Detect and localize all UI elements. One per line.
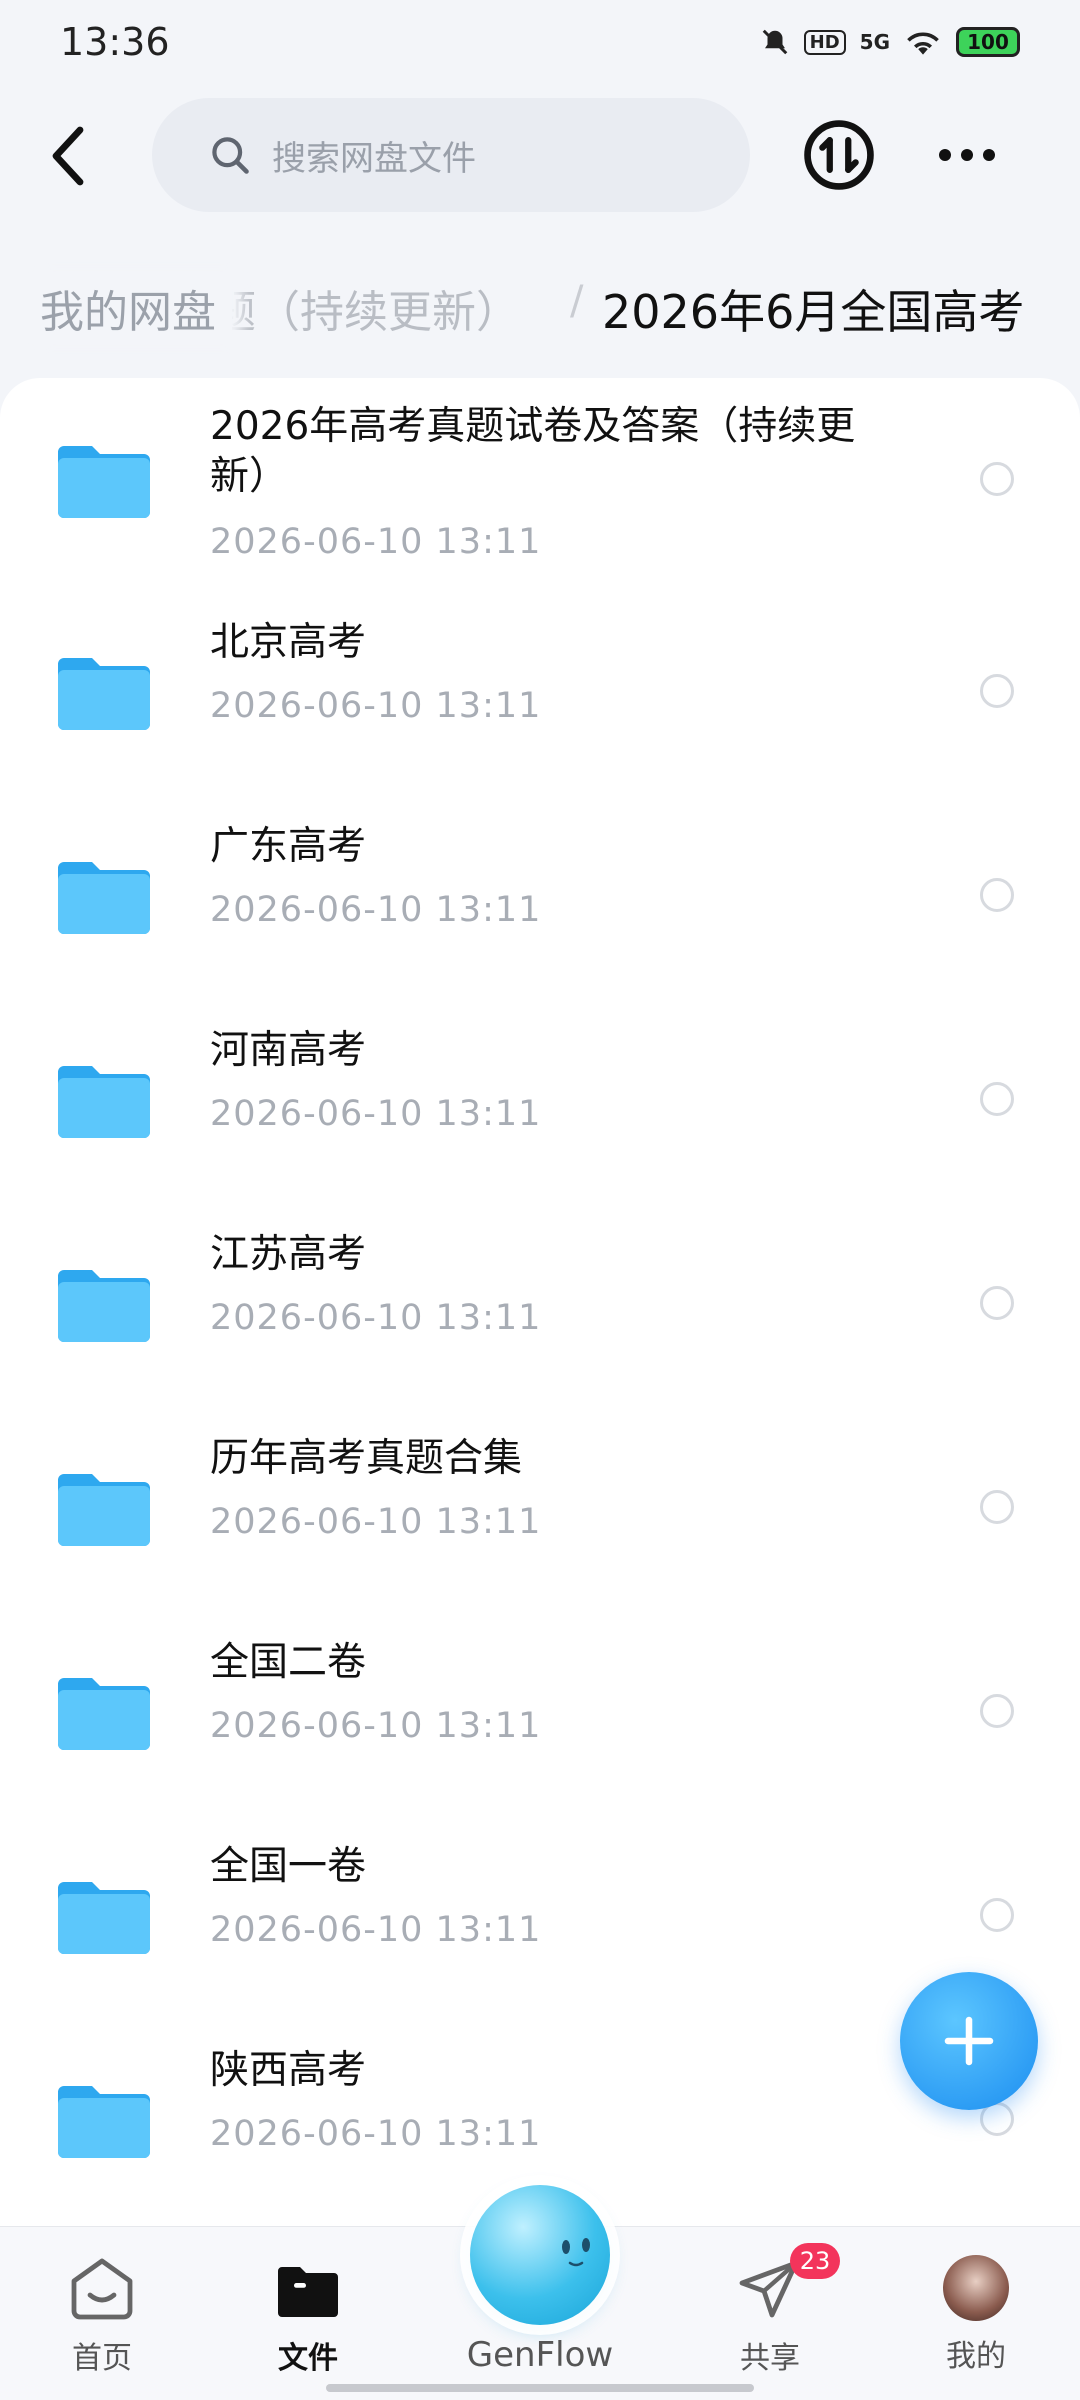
file-date: 2026-06-10 13:11: [210, 522, 542, 562]
add-button[interactable]: [900, 1972, 1038, 2110]
folder-icon: [58, 1678, 150, 1750]
file-name: 2026年高考真题试卷及答案（持续更新）: [210, 404, 856, 499]
select-radio[interactable]: [980, 1694, 1014, 1728]
avatar: [943, 2255, 1009, 2321]
file-date: 2026-06-10 13:11: [210, 1298, 542, 1338]
genflow-mascot-icon: [470, 2185, 610, 2325]
battery-icon: 100: [956, 27, 1020, 57]
more-options-icon[interactable]: [930, 118, 1004, 192]
wifi-icon: [907, 32, 939, 55]
nav-me-label: 我的: [946, 2339, 1006, 2374]
breadcrumb-separator: /: [570, 278, 584, 324]
signal-icon: 5G: [859, 30, 890, 54]
mute-bell-icon: [762, 29, 787, 55]
list-item[interactable]: 2026年高考真题试卷及答案（持续更新） 2026-06-10 13:11: [0, 378, 1080, 618]
status-bar: 13:36 HD 5G 100: [0, 0, 1080, 84]
file-name: 全国一卷: [210, 1844, 367, 1889]
file-date: 2026-06-10 13:11: [210, 1910, 542, 1950]
file-date: 2026-06-10 13:11: [210, 1706, 542, 1746]
file-date: 2026-06-10 13:11: [210, 1502, 542, 1542]
mascot-face: [562, 2238, 590, 2267]
file-name: 江苏高考: [210, 1232, 367, 1277]
file-date: 2026-06-10 13:11: [210, 890, 542, 930]
hd-icon: HD: [803, 29, 846, 55]
folder-icon: [58, 1270, 150, 1342]
file-name: 历年高考真题合集: [210, 1436, 523, 1481]
home-indicator[interactable]: [326, 2384, 754, 2392]
folder-icon: [58, 658, 150, 730]
folder-icon: [58, 1474, 150, 1546]
nav-files-label: 文件: [278, 2341, 338, 2376]
breadcrumb-current: 2026年6月全国高考: [602, 285, 1025, 339]
dot: [961, 149, 973, 161]
nav-home-label: 首页: [72, 2341, 132, 2376]
folder-icon: [58, 1882, 150, 1954]
transfer-icon[interactable]: [802, 118, 876, 192]
plus-icon: [944, 2016, 994, 2066]
nav-genflow-label: GenFlow: [466, 2335, 614, 2375]
list-item[interactable]: 广东高考 2026-06-10 13:11: [0, 822, 1080, 1026]
share-badge: 23: [790, 2243, 840, 2279]
select-radio[interactable]: [980, 1490, 1014, 1524]
select-radio[interactable]: [980, 1082, 1014, 1116]
chevron-left-icon: [52, 126, 84, 186]
nav-me[interactable]: 我的: [906, 2255, 1046, 2385]
select-radio[interactable]: [980, 462, 1014, 496]
file-date: 2026-06-10 13:11: [210, 686, 542, 726]
list-item[interactable]: 历年高考真题合集 2026-06-10 13:11: [0, 1434, 1080, 1638]
breadcrumb: 题（持续更新） 我的网盘 / 2026年6月全国高考: [0, 258, 1080, 358]
select-radio[interactable]: [980, 1898, 1014, 1932]
file-name: 陕西高考: [210, 2048, 367, 2093]
select-radio[interactable]: [980, 1286, 1014, 1320]
list-item[interactable]: 河南高考 2026-06-10 13:11: [0, 1026, 1080, 1230]
nav-share-label: 共享: [740, 2341, 800, 2376]
breadcrumb-home[interactable]: 我的网盘: [24, 272, 232, 344]
select-radio[interactable]: [980, 674, 1014, 708]
folder-icon: [58, 862, 150, 934]
file-date: 2026-06-10 13:11: [210, 2114, 542, 2154]
folder-icon: [58, 446, 150, 518]
search-placeholder: 搜索网盘文件: [272, 138, 476, 179]
file-name: 全国二卷: [210, 1640, 367, 1685]
status-icons: HD 5G 100: [760, 27, 1020, 57]
list-item[interactable]: 江苏高考 2026-06-10 13:11: [0, 1230, 1080, 1434]
home-icon: [71, 2258, 133, 2320]
search-icon: [212, 137, 249, 174]
select-radio[interactable]: [980, 878, 1014, 912]
folder-icon: [58, 2086, 150, 2158]
list-item[interactable]: 北京高考 2026-06-10 13:11: [0, 618, 1080, 822]
file-name: 北京高考: [210, 620, 367, 665]
list-item[interactable]: 全国二卷 2026-06-10 13:11: [0, 1638, 1080, 1842]
nav-files[interactable]: 文件: [238, 2255, 378, 2385]
folder-icon: [278, 2267, 338, 2317]
file-name: 广东高考: [210, 824, 367, 869]
folder-icon: [58, 1066, 150, 1138]
file-date: 2026-06-10 13:11: [210, 1094, 542, 1134]
file-name: 河南高考: [210, 1028, 367, 1073]
back-button[interactable]: [40, 118, 96, 194]
dot: [939, 149, 951, 161]
search-input[interactable]: 搜索网盘文件: [152, 98, 750, 212]
dot: [983, 149, 995, 161]
nav-home[interactable]: 首页: [32, 2255, 172, 2385]
status-time: 13:36: [60, 20, 170, 64]
top-bar: 搜索网盘文件: [0, 96, 1080, 216]
file-list: 2026年高考真题试卷及答案（持续更新） 2026-06-10 13:11 北京…: [0, 378, 1080, 2228]
breadcrumb-parent[interactable]: 题（持续更新）: [212, 276, 520, 340]
bottom-nav: 首页 文件 GenFlow 共享 23 我的: [0, 2185, 1080, 2400]
